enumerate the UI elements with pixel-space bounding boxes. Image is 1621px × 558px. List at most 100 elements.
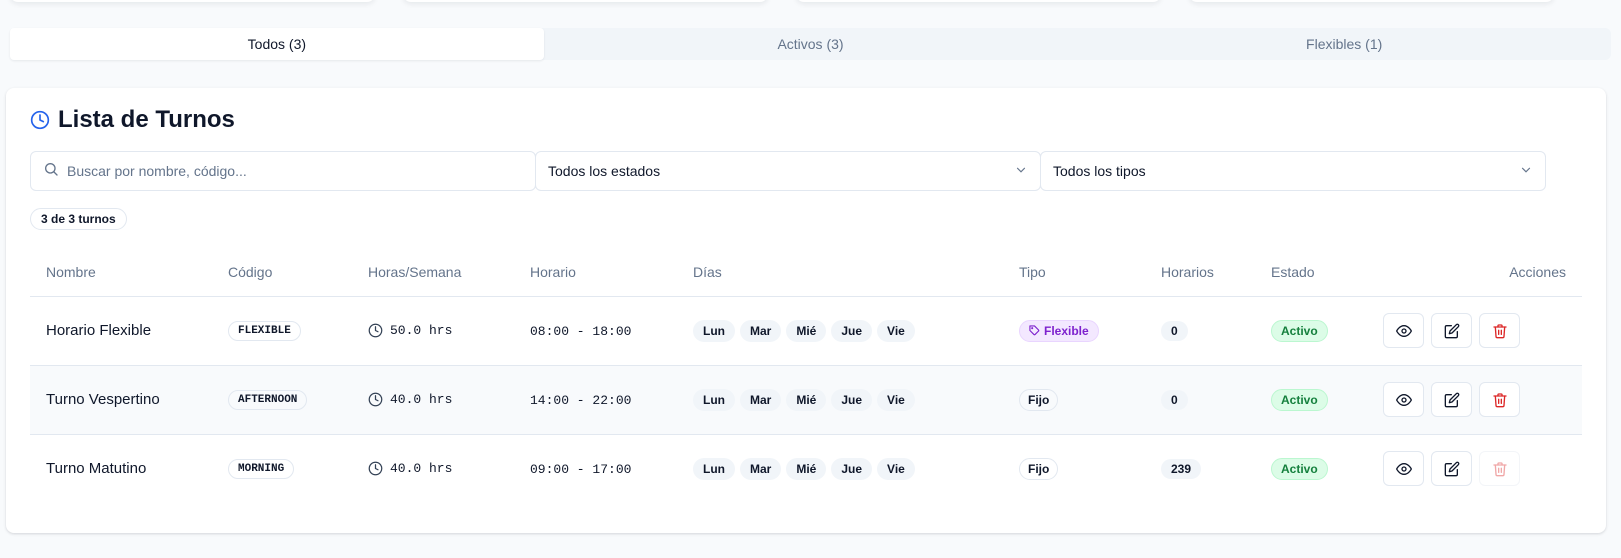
hours-value: 50.0 hrs bbox=[390, 323, 453, 338]
shift-name: Turno Matutino bbox=[46, 460, 147, 478]
stat-card bbox=[1189, 0, 1554, 2]
eye-icon bbox=[1395, 392, 1412, 408]
status-filter-select[interactable]: Todos los estados bbox=[535, 151, 1041, 191]
view-button[interactable] bbox=[1383, 313, 1424, 348]
day-chip: Jue bbox=[831, 388, 873, 411]
row-actions bbox=[1383, 451, 1582, 487]
clock-icon bbox=[368, 323, 383, 338]
stat-card bbox=[10, 0, 375, 2]
hours-value: 40.0 hrs bbox=[390, 461, 453, 477]
day-chip: Mar bbox=[740, 388, 782, 411]
status-badge: Activo bbox=[1271, 457, 1328, 480]
tabs-list: Todos (3) Activos (3) Flexibles (1) bbox=[10, 28, 1611, 60]
shift-name: Horario Flexible bbox=[46, 322, 152, 339]
header-status: Estado bbox=[1255, 248, 1367, 297]
row-actions bbox=[1383, 313, 1582, 348]
day-chip: Vie bbox=[877, 388, 915, 411]
day-chip: Vie bbox=[877, 319, 915, 342]
day-chip: Mié bbox=[786, 457, 827, 480]
shifts-table: Nombre Código Horas/Semana Horario Días … bbox=[30, 248, 1582, 503]
shifts-card: Lista de Turnos Todos los estados Todos … bbox=[6, 88, 1606, 533]
days-list: Lun Mar Mié Jue Vie bbox=[693, 319, 1003, 342]
day-chip: Jue bbox=[831, 457, 873, 480]
trash-icon bbox=[1492, 392, 1508, 408]
header-actions: Acciones bbox=[1367, 248, 1582, 297]
shift-code-badge: FLEXIBLE bbox=[228, 321, 301, 341]
delete-button[interactable] bbox=[1479, 382, 1520, 417]
page-title: Lista de Turnos bbox=[58, 106, 235, 133]
type-label: Flexible bbox=[1044, 323, 1089, 338]
shift-code-badge: MORNING bbox=[228, 459, 295, 480]
days-list: Lun Mar Mié Jue Vie bbox=[693, 388, 1003, 411]
search-field[interactable] bbox=[30, 151, 536, 191]
hours-value: 40.0 hrs bbox=[390, 392, 453, 407]
chevron-down-icon bbox=[1519, 163, 1533, 180]
type-badge-fixed: Fijo bbox=[1019, 388, 1059, 411]
tag-icon bbox=[1029, 325, 1040, 336]
trash-icon bbox=[1492, 323, 1508, 339]
header-schedule: Horario bbox=[514, 248, 677, 297]
shift-name: Turno Vespertino bbox=[46, 391, 160, 408]
eye-icon bbox=[1395, 461, 1412, 477]
header-hours: Horas/Semana bbox=[352, 248, 514, 297]
schedules-count-badge: 0 bbox=[1161, 389, 1188, 410]
view-button[interactable] bbox=[1383, 451, 1424, 487]
tab-flexible[interactable]: Flexibles (1) bbox=[1077, 28, 1611, 60]
tab-active[interactable]: Activos (3) bbox=[544, 28, 1078, 60]
day-chip: Lun bbox=[693, 457, 735, 480]
shift-schedule: 08:00 - 18:00 bbox=[530, 324, 632, 339]
delete-button[interactable] bbox=[1479, 313, 1520, 348]
row-actions bbox=[1383, 382, 1582, 417]
weekly-hours: 40.0 hrs bbox=[368, 461, 514, 476]
day-chip: Mar bbox=[740, 319, 782, 342]
schedules-count-badge: 239 bbox=[1161, 458, 1202, 479]
type-badge-fixed: Fijo bbox=[1019, 457, 1059, 480]
schedules-count-badge: 0 bbox=[1161, 320, 1188, 341]
stat-card bbox=[403, 0, 768, 2]
days-list: Lun Mar Mié Jue Vie bbox=[693, 457, 1003, 480]
day-chip: Mié bbox=[786, 388, 827, 411]
shift-schedule: 14:00 - 22:00 bbox=[530, 393, 632, 408]
header-schedules: Horarios bbox=[1145, 248, 1255, 297]
edit-button[interactable] bbox=[1431, 313, 1472, 348]
header-days: Días bbox=[677, 248, 1003, 297]
type-badge-flexible: Flexible bbox=[1019, 319, 1099, 342]
day-chip: Lun bbox=[693, 319, 735, 342]
clock-icon bbox=[368, 392, 383, 407]
delete-button bbox=[1479, 451, 1520, 487]
view-button[interactable] bbox=[1383, 382, 1424, 417]
type-filter-select[interactable]: Todos los tipos bbox=[1040, 151, 1546, 191]
table-row: Turno Vespertino AFTERNOON 40.0 hrs 14:0… bbox=[30, 365, 1582, 435]
card-header: Lista de Turnos bbox=[30, 106, 235, 134]
edit-icon bbox=[1444, 461, 1460, 477]
status-filter-value: Todos los estados bbox=[548, 163, 661, 179]
day-chip: Vie bbox=[877, 457, 915, 480]
result-count-badge: 3 de 3 turnos bbox=[30, 208, 127, 230]
weekly-hours: 40.0 hrs bbox=[368, 392, 514, 407]
clock-icon bbox=[30, 110, 50, 130]
weekly-hours: 50.0 hrs bbox=[368, 323, 514, 338]
status-badge: Activo bbox=[1271, 388, 1328, 411]
clock-icon bbox=[368, 461, 383, 476]
stat-card bbox=[796, 0, 1161, 2]
edit-button[interactable] bbox=[1431, 382, 1472, 417]
type-filter-value: Todos los tipos bbox=[1053, 163, 1146, 179]
top-stat-cards bbox=[0, 0, 1621, 14]
status-badge: Activo bbox=[1271, 319, 1328, 342]
table-row: Turno Matutino MORNING 40.0 hrs 09:00 - … bbox=[30, 434, 1582, 503]
day-chip: Lun bbox=[693, 388, 735, 411]
shift-schedule: 09:00 - 17:00 bbox=[530, 462, 632, 478]
search-input[interactable] bbox=[67, 163, 535, 179]
header-code: Código bbox=[212, 248, 352, 297]
day-chip: Mar bbox=[740, 457, 782, 480]
edit-icon bbox=[1444, 323, 1460, 339]
edit-icon bbox=[1444, 392, 1460, 408]
search-icon bbox=[43, 161, 59, 182]
day-chip: Jue bbox=[831, 319, 873, 342]
tab-all[interactable]: Todos (3) bbox=[10, 28, 544, 60]
eye-icon bbox=[1395, 323, 1412, 339]
edit-button[interactable] bbox=[1431, 451, 1472, 487]
shift-code-badge: AFTERNOON bbox=[228, 390, 308, 410]
trash-icon bbox=[1492, 461, 1508, 477]
chevron-down-icon bbox=[1014, 163, 1028, 180]
